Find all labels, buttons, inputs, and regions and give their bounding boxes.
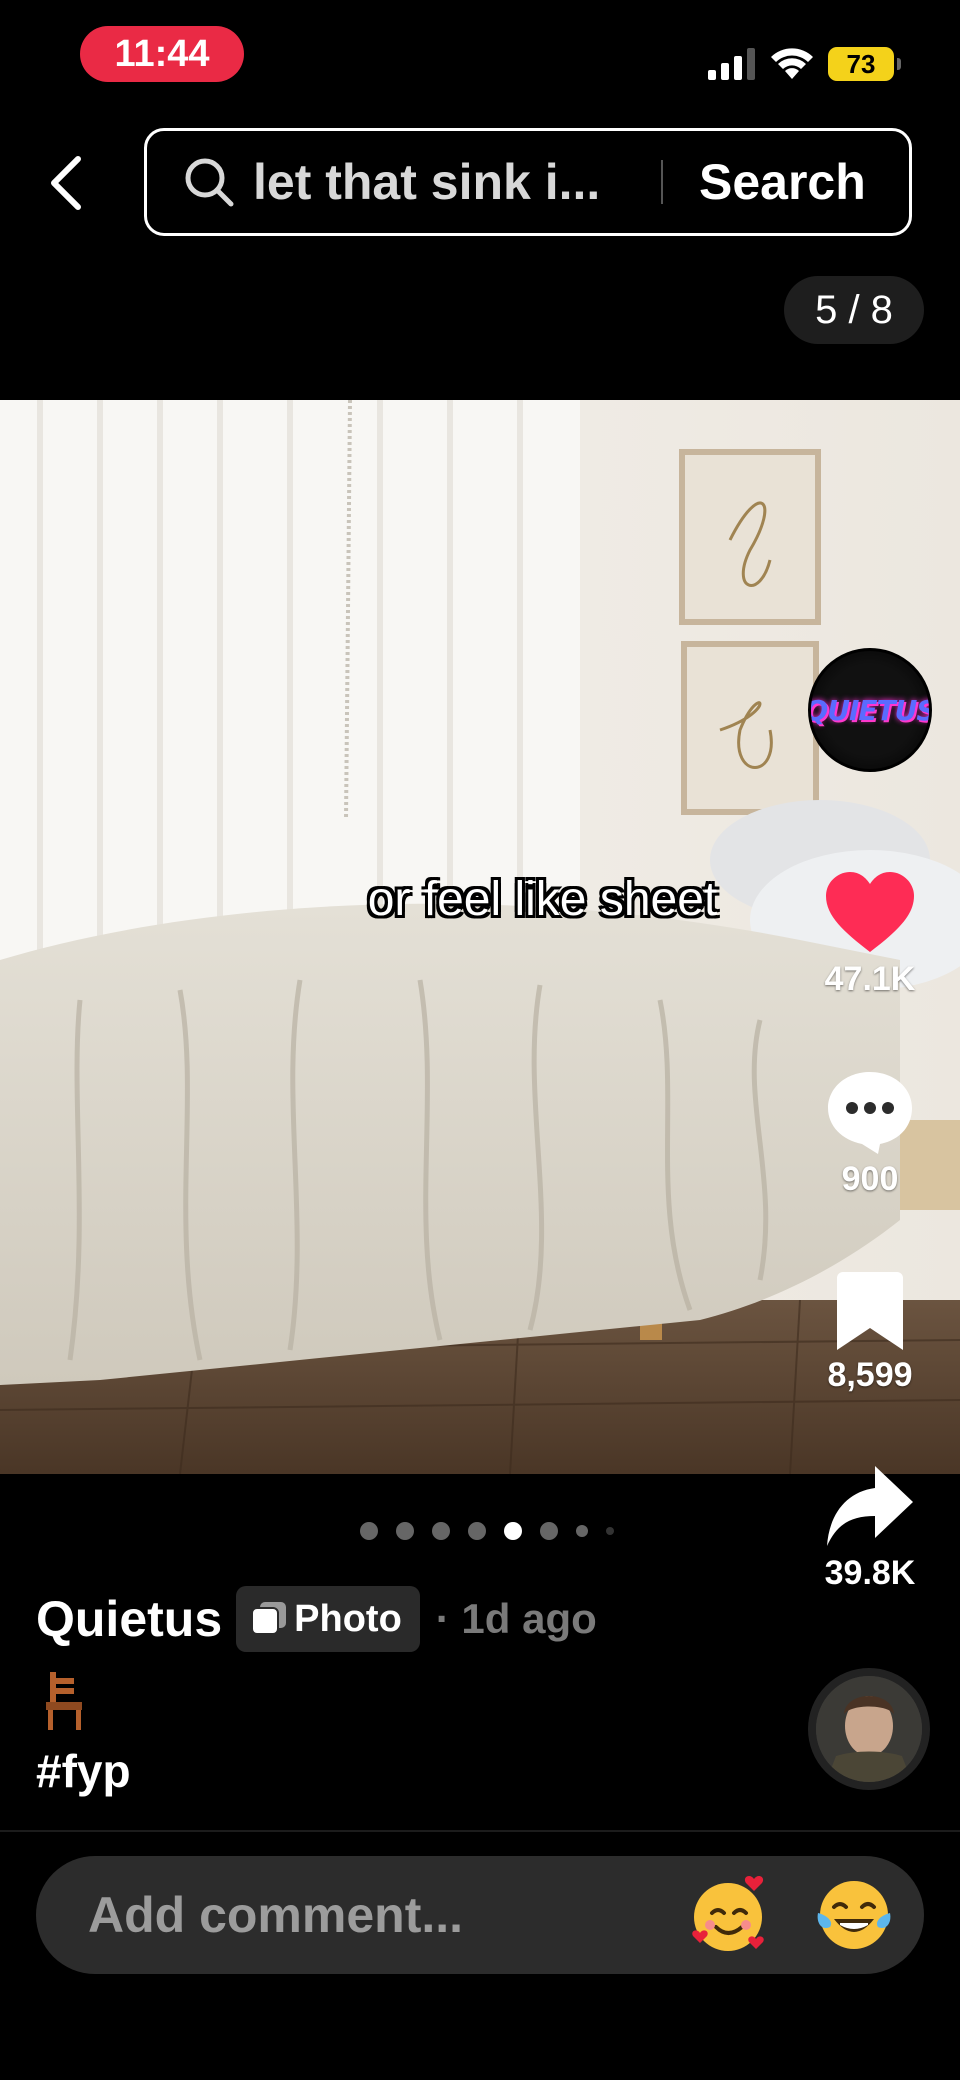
back-chevron-icon: [51, 156, 81, 210]
page-counter: 5 / 8: [784, 276, 924, 344]
comment-button[interactable]: 900: [808, 1070, 932, 1199]
status-time: 11:44: [80, 26, 244, 82]
pagination-dot[interactable]: [540, 1522, 558, 1540]
search-separator: [661, 160, 663, 204]
photo-icon: [252, 1602, 287, 1635]
comment-input[interactable]: Add comment...: [36, 1856, 924, 1974]
photo-badge: Photo: [236, 1586, 420, 1652]
heart-icon: [826, 872, 914, 952]
pagination-dot[interactable]: [432, 1522, 450, 1540]
divider: [0, 1830, 960, 1832]
chair-emoji-icon: [46, 1672, 82, 1730]
like-count: 47.1K: [824, 960, 916, 998]
comment-count: 900: [841, 1160, 899, 1198]
status-indicators: 73: [708, 44, 901, 84]
comment-icon: [828, 1072, 912, 1154]
like-button[interactable]: 47.1K: [808, 872, 932, 999]
music-disc[interactable]: [808, 1668, 930, 1790]
laughing-tears-emoji-button[interactable]: [812, 1873, 896, 1957]
search-bar[interactable]: let that sink i... Search: [144, 128, 912, 236]
share-button[interactable]: 39.8K: [808, 1466, 932, 1593]
pagination-dot[interactable]: [606, 1527, 614, 1535]
pagination-dot-active[interactable]: [504, 1522, 522, 1540]
cellular-signal-icon: [708, 48, 755, 80]
laughing-tears-emoji-icon: [817, 1881, 891, 1949]
photo-badge-label: Photo: [294, 1597, 402, 1640]
music-avatar-image: [816, 1676, 922, 1782]
bookmark-icon: [837, 1272, 903, 1350]
post-meta: Quietus Photo · 1d ago: [36, 1586, 597, 1652]
creator-logo: QUIETUS: [808, 693, 932, 727]
creator-avatar[interactable]: QUIETUS: [808, 648, 932, 772]
post-time: · 1d ago: [435, 1595, 597, 1642]
pagination-dot[interactable]: [396, 1522, 414, 1540]
pagination-dot[interactable]: [360, 1522, 378, 1540]
bookmark-button[interactable]: 8,599: [808, 1272, 932, 1395]
bookmark-count: 8,599: [827, 1356, 913, 1394]
hashtag[interactable]: #fyp: [36, 1744, 131, 1798]
share-icon: [827, 1466, 913, 1546]
search-button[interactable]: Search: [699, 153, 866, 211]
pagination-dot[interactable]: [468, 1522, 486, 1540]
search-query[interactable]: let that sink i...: [253, 153, 651, 211]
share-count: 39.8K: [824, 1554, 916, 1592]
pagination-dots: [360, 1522, 614, 1540]
author-name[interactable]: Quietus: [36, 1590, 222, 1648]
back-button[interactable]: [40, 150, 90, 216]
comment-placeholder: Add comment...: [88, 1887, 464, 1943]
pagination-dot[interactable]: [576, 1525, 588, 1537]
search-icon: [185, 158, 234, 207]
wifi-icon: [771, 48, 813, 79]
smiling-hearts-emoji-icon: [692, 1876, 764, 1951]
smiling-hearts-emoji-button[interactable]: [688, 1873, 772, 1957]
battery-indicator: 73: [828, 47, 901, 81]
